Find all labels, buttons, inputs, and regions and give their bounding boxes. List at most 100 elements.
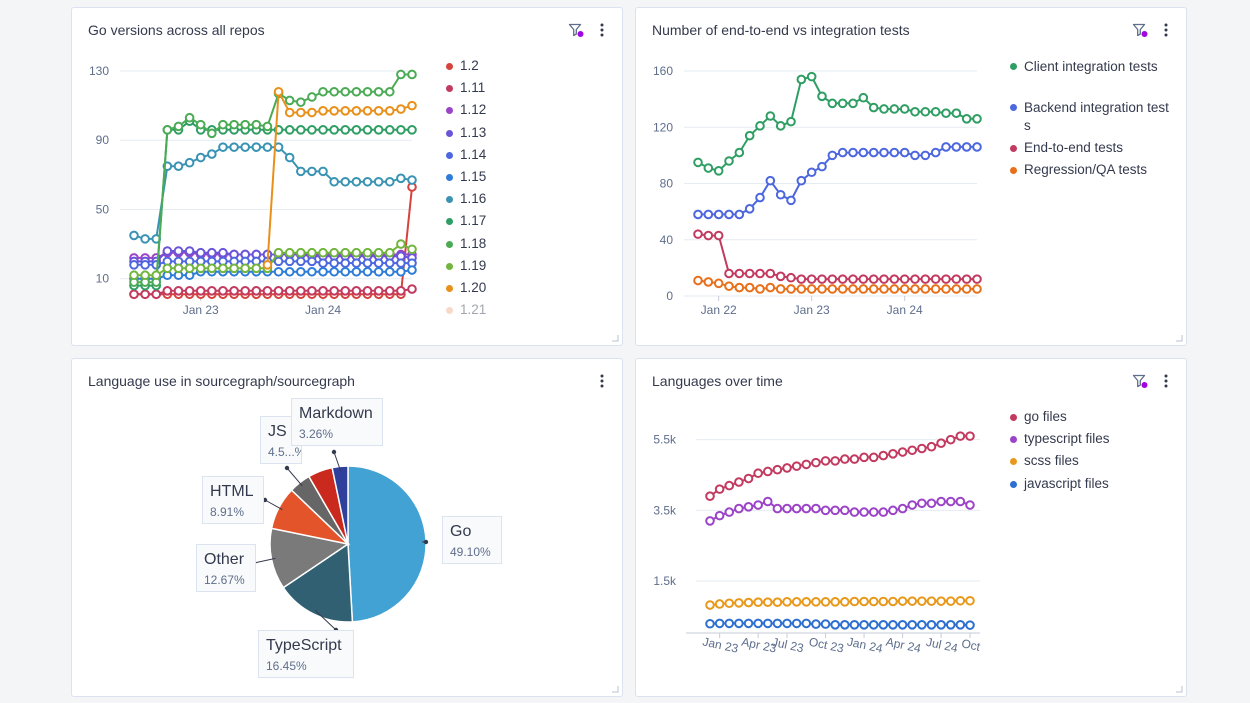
languages-legend: go files typescript files scss files javasc… bbox=[1010, 409, 1180, 498]
data-point bbox=[703, 277, 714, 287]
data-point bbox=[955, 496, 966, 507]
legend-item[interactable]: scss files bbox=[1010, 453, 1180, 475]
data-point bbox=[218, 286, 228, 296]
data-point bbox=[307, 92, 317, 102]
data-point bbox=[930, 147, 941, 158]
legend-item[interactable]: Regression/QA tests bbox=[1010, 162, 1170, 184]
pie-label-name: Other bbox=[204, 551, 245, 568]
data-point bbox=[801, 459, 812, 470]
data-point bbox=[775, 271, 786, 282]
resize-handle-icon[interactable] bbox=[1175, 334, 1183, 342]
data-point bbox=[734, 282, 745, 293]
data-point bbox=[296, 125, 306, 135]
data-point bbox=[820, 619, 831, 629]
legend-item[interactable]: 1.20 bbox=[446, 280, 616, 302]
legend-item[interactable]: 1.13 bbox=[446, 125, 616, 147]
data-point bbox=[753, 618, 763, 629]
data-point bbox=[972, 114, 982, 124]
data-point bbox=[714, 484, 725, 494]
data-point bbox=[362, 247, 373, 258]
data-point bbox=[765, 268, 776, 279]
resize-handle-icon[interactable] bbox=[611, 334, 619, 342]
legend-item[interactable]: 1.16 bbox=[446, 191, 616, 213]
pie-label: HTML 8.91% bbox=[202, 476, 264, 524]
legend-item[interactable]: 1.12 bbox=[446, 102, 616, 124]
x-tick-label: Oct 23 bbox=[808, 635, 846, 656]
data-point bbox=[307, 266, 317, 277]
legend-item[interactable]: 1.17 bbox=[446, 213, 616, 235]
data-point bbox=[724, 281, 734, 291]
data-point bbox=[744, 204, 755, 214]
data-point bbox=[724, 480, 735, 491]
data-point bbox=[229, 142, 239, 152]
data-point bbox=[972, 274, 982, 284]
data-point bbox=[827, 284, 838, 294]
data-point bbox=[207, 263, 217, 274]
legend-item[interactable]: typescript files bbox=[1010, 431, 1180, 453]
data-point bbox=[262, 142, 273, 152]
data-point bbox=[762, 466, 773, 477]
data-point bbox=[351, 258, 362, 268]
data-point bbox=[837, 147, 848, 158]
legend-label: Backend integration tests bbox=[1024, 100, 1169, 133]
data-point bbox=[830, 456, 840, 466]
data-point bbox=[173, 246, 184, 256]
data-point bbox=[965, 595, 975, 606]
data-point bbox=[273, 86, 284, 97]
data-point bbox=[744, 282, 755, 293]
data-point bbox=[868, 620, 879, 630]
legend-item[interactable]: End-to-end tests bbox=[1010, 140, 1170, 162]
data-point bbox=[791, 597, 802, 607]
data-point bbox=[195, 286, 206, 296]
legend-item[interactable]: go files bbox=[1010, 409, 1180, 431]
legend-item[interactable]: 1.11 bbox=[446, 80, 616, 102]
y-tick-label: 50 bbox=[96, 202, 110, 216]
data-point bbox=[926, 620, 937, 630]
data-point bbox=[184, 246, 195, 256]
data-point bbox=[734, 503, 744, 514]
data-point bbox=[817, 274, 827, 284]
legend-item[interactable]: javascript files bbox=[1010, 476, 1180, 498]
data-point bbox=[296, 107, 306, 118]
data-point bbox=[162, 125, 173, 135]
legend-item[interactable]: Client integration tests bbox=[1010, 58, 1170, 99]
data-point bbox=[396, 239, 406, 249]
data-point bbox=[859, 596, 869, 607]
data-point bbox=[926, 441, 937, 452]
data-point bbox=[743, 502, 754, 512]
legend-item[interactable]: 1.19 bbox=[446, 258, 616, 280]
data-point bbox=[713, 166, 724, 176]
legend-item[interactable]: 1.21 bbox=[446, 302, 616, 316]
legend-item[interactable]: 1.14 bbox=[446, 147, 616, 169]
data-point bbox=[129, 289, 139, 300]
data-point bbox=[888, 620, 898, 630]
data-point bbox=[796, 175, 807, 186]
legend-item[interactable]: 1.15 bbox=[446, 169, 616, 191]
data-point bbox=[879, 104, 889, 114]
x-tick-label: Jan 22 bbox=[701, 303, 737, 317]
legend-label: 1.2 bbox=[460, 58, 479, 73]
data-point bbox=[868, 274, 879, 284]
legend-label: 1.21 bbox=[460, 302, 487, 316]
data-point bbox=[791, 618, 802, 629]
resize-handle-icon[interactable] bbox=[1175, 685, 1183, 693]
data-point bbox=[945, 620, 956, 630]
legend-item[interactable]: 1.18 bbox=[446, 236, 616, 258]
data-point bbox=[801, 618, 812, 629]
data-point bbox=[207, 286, 217, 296]
legend-item[interactable]: Backend integration tests bbox=[1010, 99, 1170, 140]
data-point bbox=[762, 496, 773, 507]
pie-label-name: HTML bbox=[210, 483, 254, 500]
data-point bbox=[926, 498, 937, 509]
data-point bbox=[195, 263, 206, 274]
data-point bbox=[837, 98, 848, 109]
x-tick-label: Jan 24 bbox=[305, 303, 341, 317]
x-tick-label: Jan 23 bbox=[183, 303, 219, 317]
legend-label: 1.18 bbox=[460, 235, 487, 251]
data-point bbox=[307, 107, 317, 118]
data-point bbox=[941, 284, 951, 294]
data-point bbox=[817, 161, 827, 172]
data-point bbox=[195, 152, 206, 163]
resize-handle-icon[interactable] bbox=[611, 685, 619, 693]
legend-item[interactable]: 1.2 bbox=[446, 58, 616, 80]
